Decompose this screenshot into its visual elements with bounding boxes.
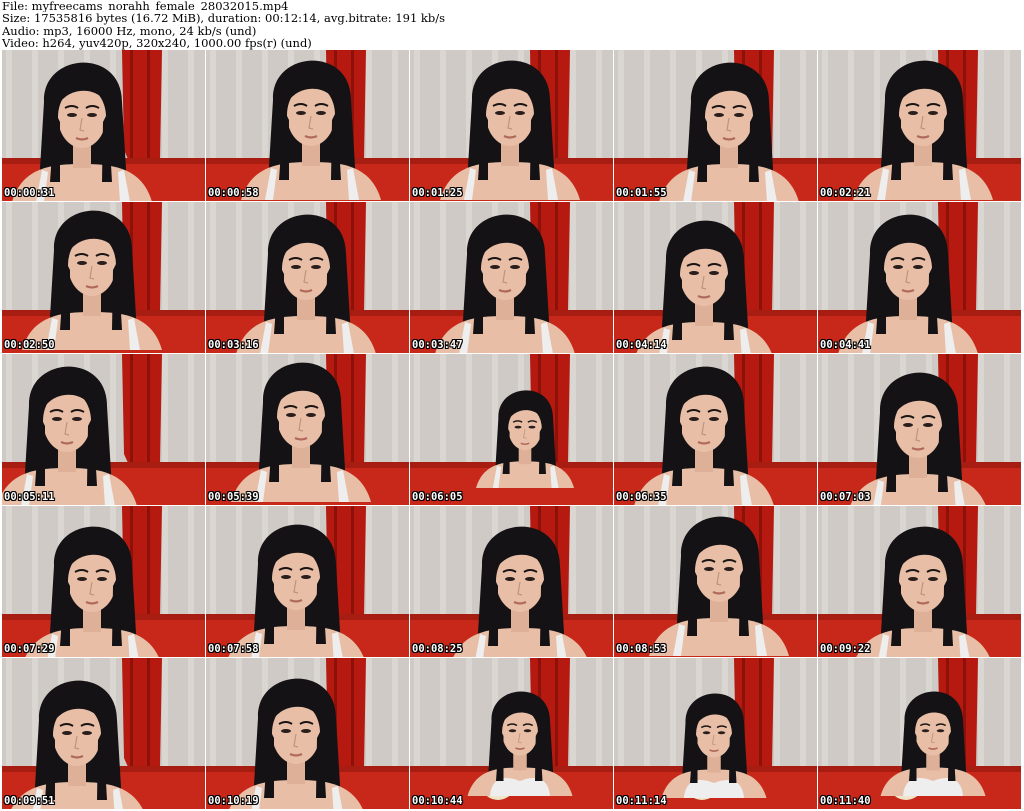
- video-frame-image: [2, 506, 205, 657]
- file-size-line: Size: 17535816 bytes (16.72 MiB), durati…: [2, 12, 446, 25]
- video-frame-image: [818, 354, 1021, 505]
- file-name-line: File: myfreecams_norahh_female_28032015.…: [2, 0, 289, 13]
- video-thumbnail: 00:00:58: [206, 50, 409, 201]
- thumbnail-timestamp: 00:00:58: [208, 187, 259, 199]
- thumbnail-timestamp: 00:07:29: [4, 643, 55, 655]
- thumbnail-timestamp: 00:11:14: [616, 795, 667, 807]
- contact-sheet: File: myfreecams_norahh_female_28032015.…: [0, 0, 1024, 811]
- video-frame-image: [818, 202, 1021, 353]
- video-frame-image: [206, 354, 409, 505]
- video-info-line: Video: h264, yuv420p, 320x240, 1000.00 f…: [2, 37, 312, 50]
- video-frame-image: [206, 202, 409, 353]
- video-thumbnail: 00:07:03: [818, 354, 1021, 505]
- thumbnail-timestamp: 00:09:22: [820, 643, 871, 655]
- video-thumbnail: 00:04:14: [614, 202, 817, 353]
- video-thumbnail: 00:10:19: [206, 658, 409, 809]
- thumbnail-timestamp: 00:05:11: [4, 491, 55, 503]
- thumbnail-timestamp: 00:03:16: [208, 339, 259, 351]
- video-thumbnail: 00:11:40: [818, 658, 1021, 809]
- video-frame-image: [206, 506, 409, 657]
- video-frame-image: [206, 658, 409, 809]
- thumbnail-timestamp: 00:08:53: [616, 643, 667, 655]
- thumbnail-timestamp: 00:00:31: [4, 187, 55, 199]
- video-thumbnail: 00:04:41: [818, 202, 1021, 353]
- thumbnail-timestamp: 00:10:19: [208, 795, 259, 807]
- video-thumbnail: 00:10:44: [410, 658, 613, 809]
- video-thumbnail: 00:02:50: [2, 202, 205, 353]
- thumbnail-grid: 00:00:31 00:00:58 00:01:25 00:01:55 00:0…: [2, 50, 1022, 810]
- video-thumbnail: 00:08:53: [614, 506, 817, 657]
- thumbnail-timestamp: 00:02:21: [820, 187, 871, 199]
- video-frame-image: [410, 202, 613, 353]
- video-thumbnail: 00:00:31: [2, 50, 205, 201]
- video-frame-image: [614, 354, 817, 505]
- video-thumbnail: 00:03:16: [206, 202, 409, 353]
- thumbnail-timestamp: 00:01:25: [412, 187, 463, 199]
- video-thumbnail: 00:07:58: [206, 506, 409, 657]
- video-frame-image: [614, 202, 817, 353]
- thumbnail-timestamp: 00:04:41: [820, 339, 871, 351]
- video-thumbnail: 00:09:22: [818, 506, 1021, 657]
- video-frame-image: [818, 50, 1021, 201]
- video-frame-image: [2, 354, 205, 505]
- video-frame-image: [2, 202, 205, 353]
- thumbnail-timestamp: 00:01:55: [616, 187, 667, 199]
- video-thumbnail: 00:01:55: [614, 50, 817, 201]
- video-thumbnail: 00:03:47: [410, 202, 613, 353]
- thumbnail-timestamp: 00:09:51: [4, 795, 55, 807]
- thumbnail-timestamp: 00:07:03: [820, 491, 871, 503]
- thumbnail-timestamp: 00:04:14: [616, 339, 667, 351]
- video-thumbnail: 00:07:29: [2, 506, 205, 657]
- video-thumbnail: 00:02:21: [818, 50, 1021, 201]
- thumbnail-timestamp: 00:06:35: [616, 491, 667, 503]
- thumbnail-timestamp: 00:11:40: [820, 795, 871, 807]
- video-thumbnail: 00:06:35: [614, 354, 817, 505]
- thumbnail-timestamp: 00:07:58: [208, 643, 259, 655]
- video-frame-image: [410, 50, 613, 201]
- video-frame-image: [614, 658, 817, 809]
- thumbnail-timestamp: 00:08:25: [412, 643, 463, 655]
- file-info-header: File: myfreecams_norahh_female_28032015.…: [2, 0, 1022, 50]
- video-frame-image: [2, 50, 205, 201]
- video-frame-image: [410, 354, 613, 505]
- thumbnail-timestamp: 00:05:39: [208, 491, 259, 503]
- video-frame-image: [818, 506, 1021, 657]
- video-frame-image: [206, 50, 409, 201]
- video-frame-image: [614, 506, 817, 657]
- audio-info-line: Audio: mp3, 16000 Hz, mono, 24 kb/s (und…: [2, 24, 257, 38]
- thumbnail-timestamp: 00:03:47: [412, 339, 463, 351]
- video-thumbnail: 00:11:14: [614, 658, 817, 809]
- video-thumbnail: 00:09:51: [2, 658, 205, 809]
- thumbnail-timestamp: 00:10:44: [412, 795, 463, 807]
- thumbnail-timestamp: 00:06:05: [412, 491, 463, 503]
- video-thumbnail: 00:05:39: [206, 354, 409, 505]
- video-thumbnail: 00:06:05: [410, 354, 613, 505]
- video-thumbnail: 00:05:11: [2, 354, 205, 505]
- video-frame-image: [2, 658, 205, 809]
- video-frame-image: [410, 506, 613, 657]
- thumbnail-timestamp: 00:02:50: [4, 339, 55, 351]
- video-frame-image: [410, 658, 613, 809]
- video-thumbnail: 00:01:25: [410, 50, 613, 201]
- video-frame-image: [614, 50, 817, 201]
- video-frame-image: [818, 658, 1021, 809]
- video-thumbnail: 00:08:25: [410, 506, 613, 657]
